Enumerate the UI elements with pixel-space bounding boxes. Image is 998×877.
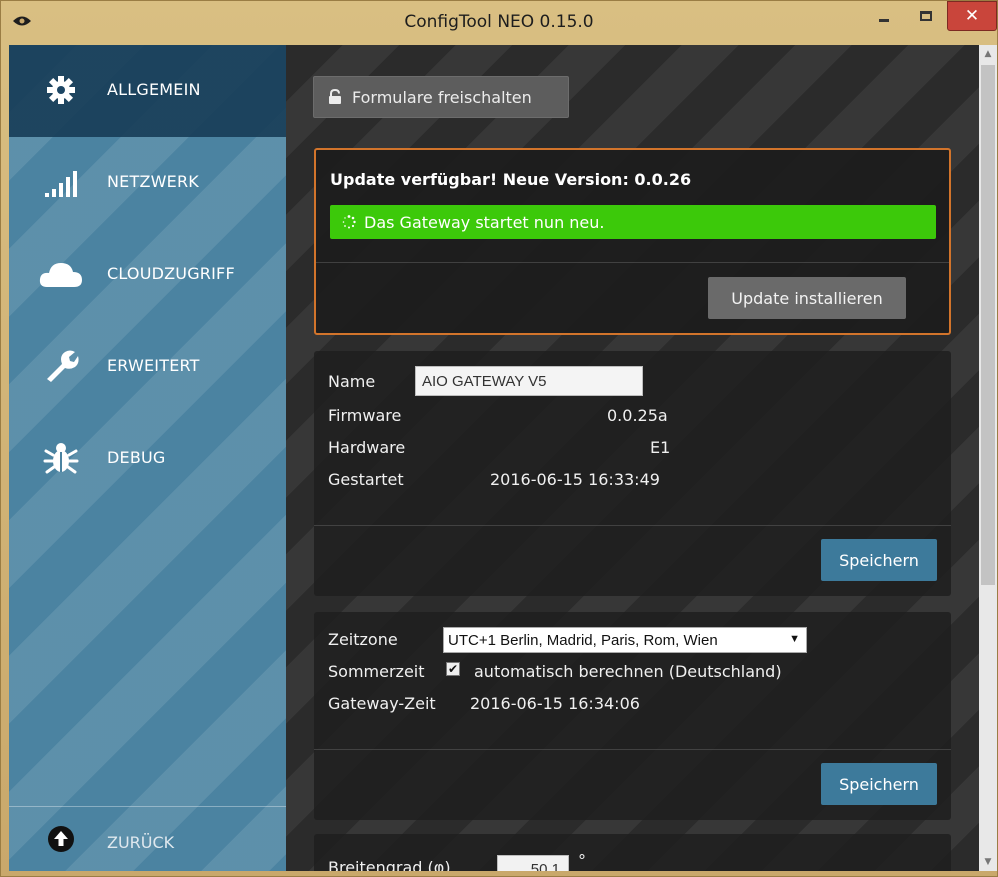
gateway-time-value: 2016-06-15 16:34:06 — [470, 694, 640, 713]
content-area: ALLGEMEIN NETZWERK CLOUDZUGRIFF ERWEITER… — [9, 45, 979, 871]
cloud-icon — [39, 263, 82, 287]
sidebar-item-label: ALLGEMEIN — [107, 80, 201, 99]
update-title: Update verfügbar! Neue Version: 0.0.26 — [330, 170, 692, 189]
install-update-button[interactable]: Update installieren — [708, 277, 906, 319]
sidebar: ALLGEMEIN NETZWERK CLOUDZUGRIFF ERWEITER… — [9, 45, 286, 871]
sidebar-item-netzwerk[interactable]: NETZWERK — [9, 137, 286, 229]
dropdown-arrow-icon: ▼ — [789, 633, 800, 645]
sidebar-item-label: CLOUDZUGRIFF — [107, 264, 235, 283]
main-panel: Formulare freischalten Update verfügbar!… — [286, 45, 979, 871]
close-button[interactable]: ✕ — [947, 1, 997, 31]
timezone-selected-value: UTC+1 Berlin, Madrid, Paris, Rom, Wien — [448, 631, 718, 649]
sidebar-item-debug[interactable]: DEBUG — [9, 413, 286, 505]
unlock-forms-button[interactable]: Formulare freischalten — [313, 76, 569, 118]
timezone-label: Zeitzone — [328, 630, 398, 649]
timezone-select[interactable]: UTC+1 Berlin, Madrid, Paris, Rom, Wien ▼ — [443, 627, 807, 653]
firmware-label: Firmware — [328, 406, 402, 425]
maximize-icon — [920, 11, 932, 21]
name-label: Name — [328, 372, 376, 391]
vertical-scrollbar[interactable]: ▲ ▼ — [979, 45, 997, 871]
app-window: ConfigTool NEO 0.15.0 ✕ ALLGEMEIN NETZWE… — [0, 0, 998, 877]
close-icon: ✕ — [964, 6, 980, 26]
dst-checkbox[interactable]: ✔ — [446, 662, 460, 676]
sidebar-item-label: ERWEITERT — [107, 356, 200, 375]
minimize-button[interactable] — [863, 1, 905, 31]
save-time-button[interactable]: Speichern — [821, 763, 937, 805]
firmware-value: 0.0.25a — [607, 406, 668, 425]
sidebar-item-erweitert[interactable]: ERWEITERT — [9, 321, 286, 413]
latitude-label: Breitengrad (φ) — [328, 858, 451, 871]
signal-bars-icon — [45, 171, 77, 197]
dst-option-label: automatisch berechnen (Deutschland) — [474, 662, 782, 681]
card-divider — [314, 749, 951, 750]
started-label: Gestartet — [328, 470, 404, 489]
sidebar-item-cloudzugriff[interactable]: CLOUDZUGRIFF — [9, 229, 286, 321]
card-divider — [316, 262, 949, 263]
scroll-up-icon[interactable]: ▲ — [979, 45, 997, 63]
started-value: 2016-06-15 16:33:49 — [490, 470, 660, 489]
sidebar-item-label: DEBUG — [107, 448, 166, 467]
bug-icon — [43, 443, 79, 474]
scroll-down-icon[interactable]: ▼ — [979, 853, 997, 871]
maximize-button[interactable] — [905, 1, 947, 31]
lock-icon — [329, 89, 341, 104]
latitude-unit: ° — [578, 851, 586, 870]
scrollbar-thumb[interactable] — [981, 65, 995, 585]
sidebar-item-label: ZURÜCK — [107, 833, 175, 852]
title-bar[interactable]: ConfigTool NEO 0.15.0 ✕ — [1, 1, 997, 45]
sidebar-item-allgemein[interactable]: ALLGEMEIN — [9, 45, 286, 137]
update-status-banner: Das Gateway startet nun neu. — [330, 205, 936, 239]
window-title: ConfigTool NEO 0.15.0 — [404, 12, 594, 32]
unlock-forms-label: Formulare freischalten — [352, 87, 532, 107]
gateway-name-input[interactable]: AIO GATEWAY V5 — [415, 366, 643, 396]
latitude-input[interactable]: 50.1 — [497, 855, 569, 871]
minimize-icon — [879, 18, 889, 22]
dst-label: Sommerzeit — [328, 662, 425, 681]
wrench-icon — [47, 350, 79, 382]
sidebar-item-label: NETZWERK — [107, 172, 199, 191]
arrow-up-circle-icon — [48, 826, 74, 852]
update-status-text: Das Gateway startet nun neu. — [364, 212, 605, 232]
card-divider — [314, 525, 951, 526]
checkmark-icon: ✔ — [447, 662, 459, 676]
save-info-button[interactable]: Speichern — [821, 539, 937, 581]
hardware-label: Hardware — [328, 438, 406, 457]
sidebar-item-zurueck[interactable]: ZURÜCK — [9, 807, 286, 871]
gear-icon — [47, 76, 75, 104]
hardware-value: E1 — [650, 438, 671, 457]
gateway-time-label: Gateway-Zeit — [328, 694, 436, 713]
spinner-icon — [342, 215, 356, 229]
